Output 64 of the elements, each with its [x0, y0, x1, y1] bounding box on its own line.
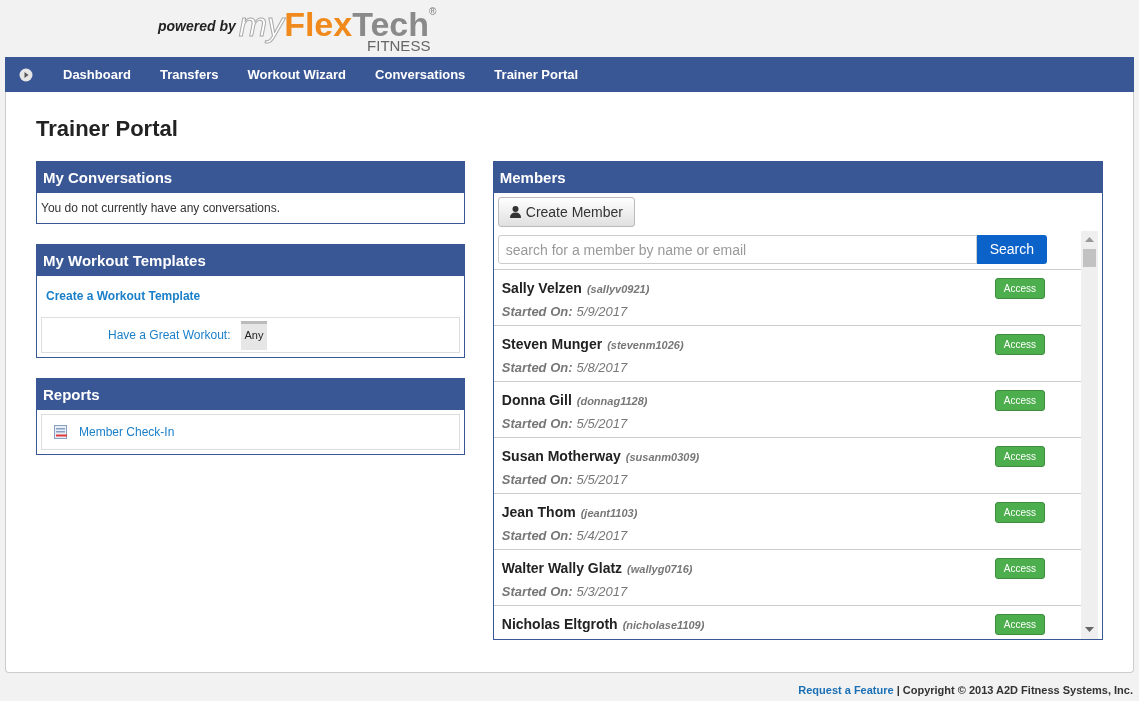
- copyright-text: | Copyright © 2013 A2D Fitness Systems, Inc.: [896, 683, 1133, 698]
- member-username: (stevenm1026): [607, 338, 684, 353]
- nav-link[interactable]: Transfers: [159, 64, 219, 85]
- started-label: Started On:: [501, 415, 573, 433]
- started-label: Started On:: [501, 359, 573, 377]
- panel-header: Reports: [37, 379, 464, 410]
- panel-header: Members: [493, 162, 1102, 193]
- panel-header: My Conversations: [37, 162, 464, 193]
- report-link[interactable]: Member Check-In: [79, 423, 175, 441]
- report-icon: [54, 425, 69, 439]
- logo-tagline: powered by: [158, 17, 236, 36]
- member-name: Susan Motherway: [501, 447, 621, 466]
- search-field[interactable]: search for a member by name or email: [497, 235, 977, 264]
- start-date: 5/5/2017: [576, 415, 628, 433]
- create-template-link[interactable]: Create a Workout Template: [41, 276, 460, 317]
- access-button[interactable]: Access: [994, 502, 1045, 523]
- play-icon[interactable]: [19, 67, 33, 82]
- nav-link[interactable]: Conversations: [375, 64, 466, 85]
- start-date: 5/9/2017: [576, 303, 628, 321]
- nav-link[interactable]: Trainer Portal: [494, 64, 579, 85]
- member-username: (sallyv0921): [586, 282, 650, 297]
- nav-link[interactable]: Workout Wizard: [247, 64, 347, 85]
- access-button[interactable]: Access: [994, 446, 1045, 467]
- member-username: (donnag1128): [576, 394, 648, 409]
- member-name: Walter Wally Glatz: [501, 559, 623, 578]
- member-name: Steven Munger: [501, 335, 603, 354]
- user-icon: [509, 206, 521, 218]
- started-label: Started On:: [501, 471, 573, 489]
- member-name: Donna Gill: [501, 391, 572, 410]
- start-date: 5/8/2017: [576, 359, 628, 377]
- access-button[interactable]: Access: [994, 614, 1045, 635]
- create-member-button[interactable]: Create Member: [497, 197, 636, 227]
- empty-message: You do not currently have any conversations.: [40, 200, 282, 217]
- search-button[interactable]: Search: [976, 235, 1047, 264]
- start-date: 5/3/2017: [576, 583, 628, 601]
- page-title: Trainer Portal: [36, 115, 179, 143]
- member-name: Sally Velzen: [501, 279, 582, 298]
- started-label: Started On:: [501, 303, 573, 321]
- panel-header: My Workout Templates: [37, 245, 464, 276]
- member-username: (wallyg0716): [627, 562, 693, 577]
- member-name: Nicholas Eltgroth: [501, 615, 618, 634]
- scrollbar[interactable]: [1081, 231, 1098, 639]
- started-label: Started On:: [501, 583, 573, 601]
- scroll-down-icon[interactable]: [1085, 627, 1094, 633]
- member-username: (jeant1103): [580, 506, 638, 521]
- start-date: 5/5/2017: [576, 471, 628, 489]
- member-name: Jean Thom: [501, 503, 576, 522]
- logo-subtitle: FITNESS: [367, 38, 431, 53]
- registered-mark: ®: [429, 7, 437, 17]
- access-button[interactable]: Access: [994, 334, 1045, 355]
- member-username: (susanm0309): [625, 450, 700, 465]
- member-username: (nicholase1109): [622, 618, 705, 633]
- started-label: Started On:: [501, 527, 573, 545]
- scrollbar-thumb[interactable]: [1083, 249, 1096, 267]
- request-feature-link[interactable]: Request a Feature: [798, 682, 894, 699]
- template-link[interactable]: Have a Great Workout:: [108, 326, 231, 344]
- scroll-up-icon[interactable]: [1085, 237, 1094, 243]
- access-button[interactable]: Access: [994, 278, 1045, 299]
- nav-link[interactable]: Dashboard: [63, 64, 131, 85]
- access-button[interactable]: Access: [994, 390, 1045, 411]
- access-button[interactable]: Access: [994, 558, 1045, 579]
- logo-text: Tech: [352, 7, 429, 41]
- template-tag: Any: [240, 320, 268, 350]
- start-date: 5/4/2017: [576, 527, 628, 545]
